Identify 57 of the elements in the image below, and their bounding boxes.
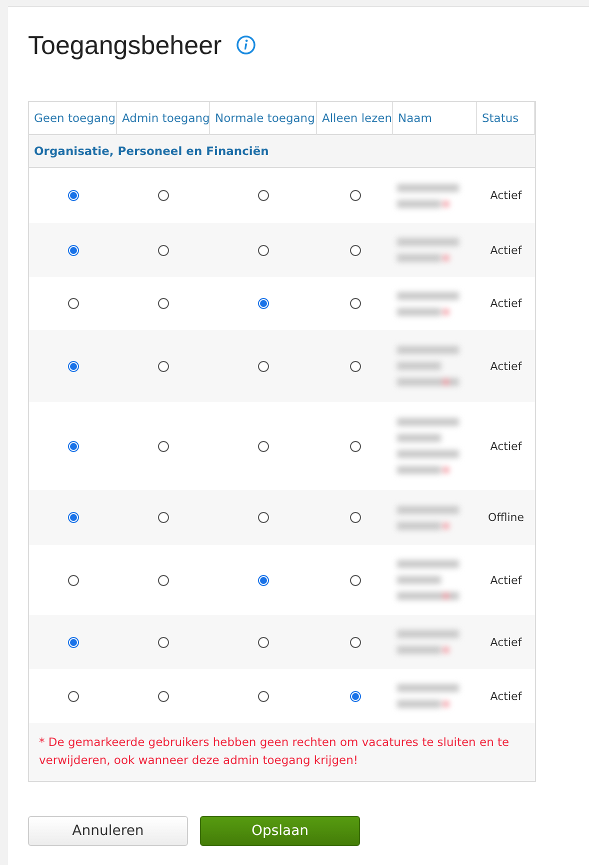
radio-button[interactable] [258,244,269,256]
radio-button[interactable] [350,244,360,256]
status-text: Actief [490,297,522,310]
radio-button[interactable] [158,244,169,256]
radio-button[interactable] [258,298,269,309]
radio-button[interactable] [258,190,269,201]
radio-button[interactable] [68,512,78,523]
status-text: Actief [490,189,522,202]
status-text: Actief [490,636,522,648]
radio-button[interactable] [350,574,360,586]
page-title: Toegangsbeheer [28,30,222,60]
cancel-button[interactable]: Annuleren [28,816,188,846]
status-text: Actief [490,574,522,586]
radio-button[interactable] [68,190,78,201]
column-header: Geen toegang [29,102,117,135]
status-text: Actief [490,690,522,702]
radio-button[interactable] [68,244,78,256]
radio-button[interactable] [158,190,169,201]
radio-button[interactable] [350,190,360,201]
radio-button[interactable] [68,636,78,648]
status-text: Actief [490,244,522,256]
radio-button[interactable] [350,636,360,648]
status-text: Actief [490,440,522,452]
radio-button[interactable] [68,360,78,372]
status-text: Actief [490,360,522,372]
footnote: * De gemarkeerde gebruikers hebben geen rechten om vacatures te sluiten en te verwijderen, ook wanneer deze admin toegang krijgen! [39,734,510,769]
radio-button[interactable] [350,440,360,452]
radio-button[interactable] [158,512,169,523]
save-button[interactable]: Opslaan [200,816,360,846]
radio-button[interactable] [258,574,269,586]
column-header: Naam [393,102,477,135]
column-header: Status [477,102,535,135]
radio-button[interactable] [158,574,169,586]
column-header: Normale toegang [210,102,317,135]
radio-button[interactable] [68,690,78,702]
column-header: Alleen lezen [317,102,393,135]
radio-button[interactable] [350,360,360,372]
status-text: Offline [488,511,524,524]
radio-button[interactable] [158,636,169,648]
column-header: Admin toegang [117,102,210,135]
radio-button[interactable] [258,636,269,648]
radio-button[interactable] [158,360,169,372]
radio-button[interactable] [158,690,169,702]
radio-button[interactable] [68,574,78,586]
radio-button[interactable] [258,440,269,452]
radio-button[interactable] [350,298,360,309]
radio-button[interactable] [258,360,269,372]
radio-button[interactable] [68,298,78,309]
section-title: Organisatie, Personeel en Financiën [34,144,269,158]
radio-button[interactable] [350,690,360,702]
radio-button[interactable] [258,690,269,702]
radio-button[interactable] [258,512,269,523]
radio-button[interactable] [158,440,169,452]
info-icon[interactable] [236,35,256,55]
radio-button[interactable] [350,512,360,523]
radio-button[interactable] [68,440,78,452]
radio-button[interactable] [158,298,169,309]
